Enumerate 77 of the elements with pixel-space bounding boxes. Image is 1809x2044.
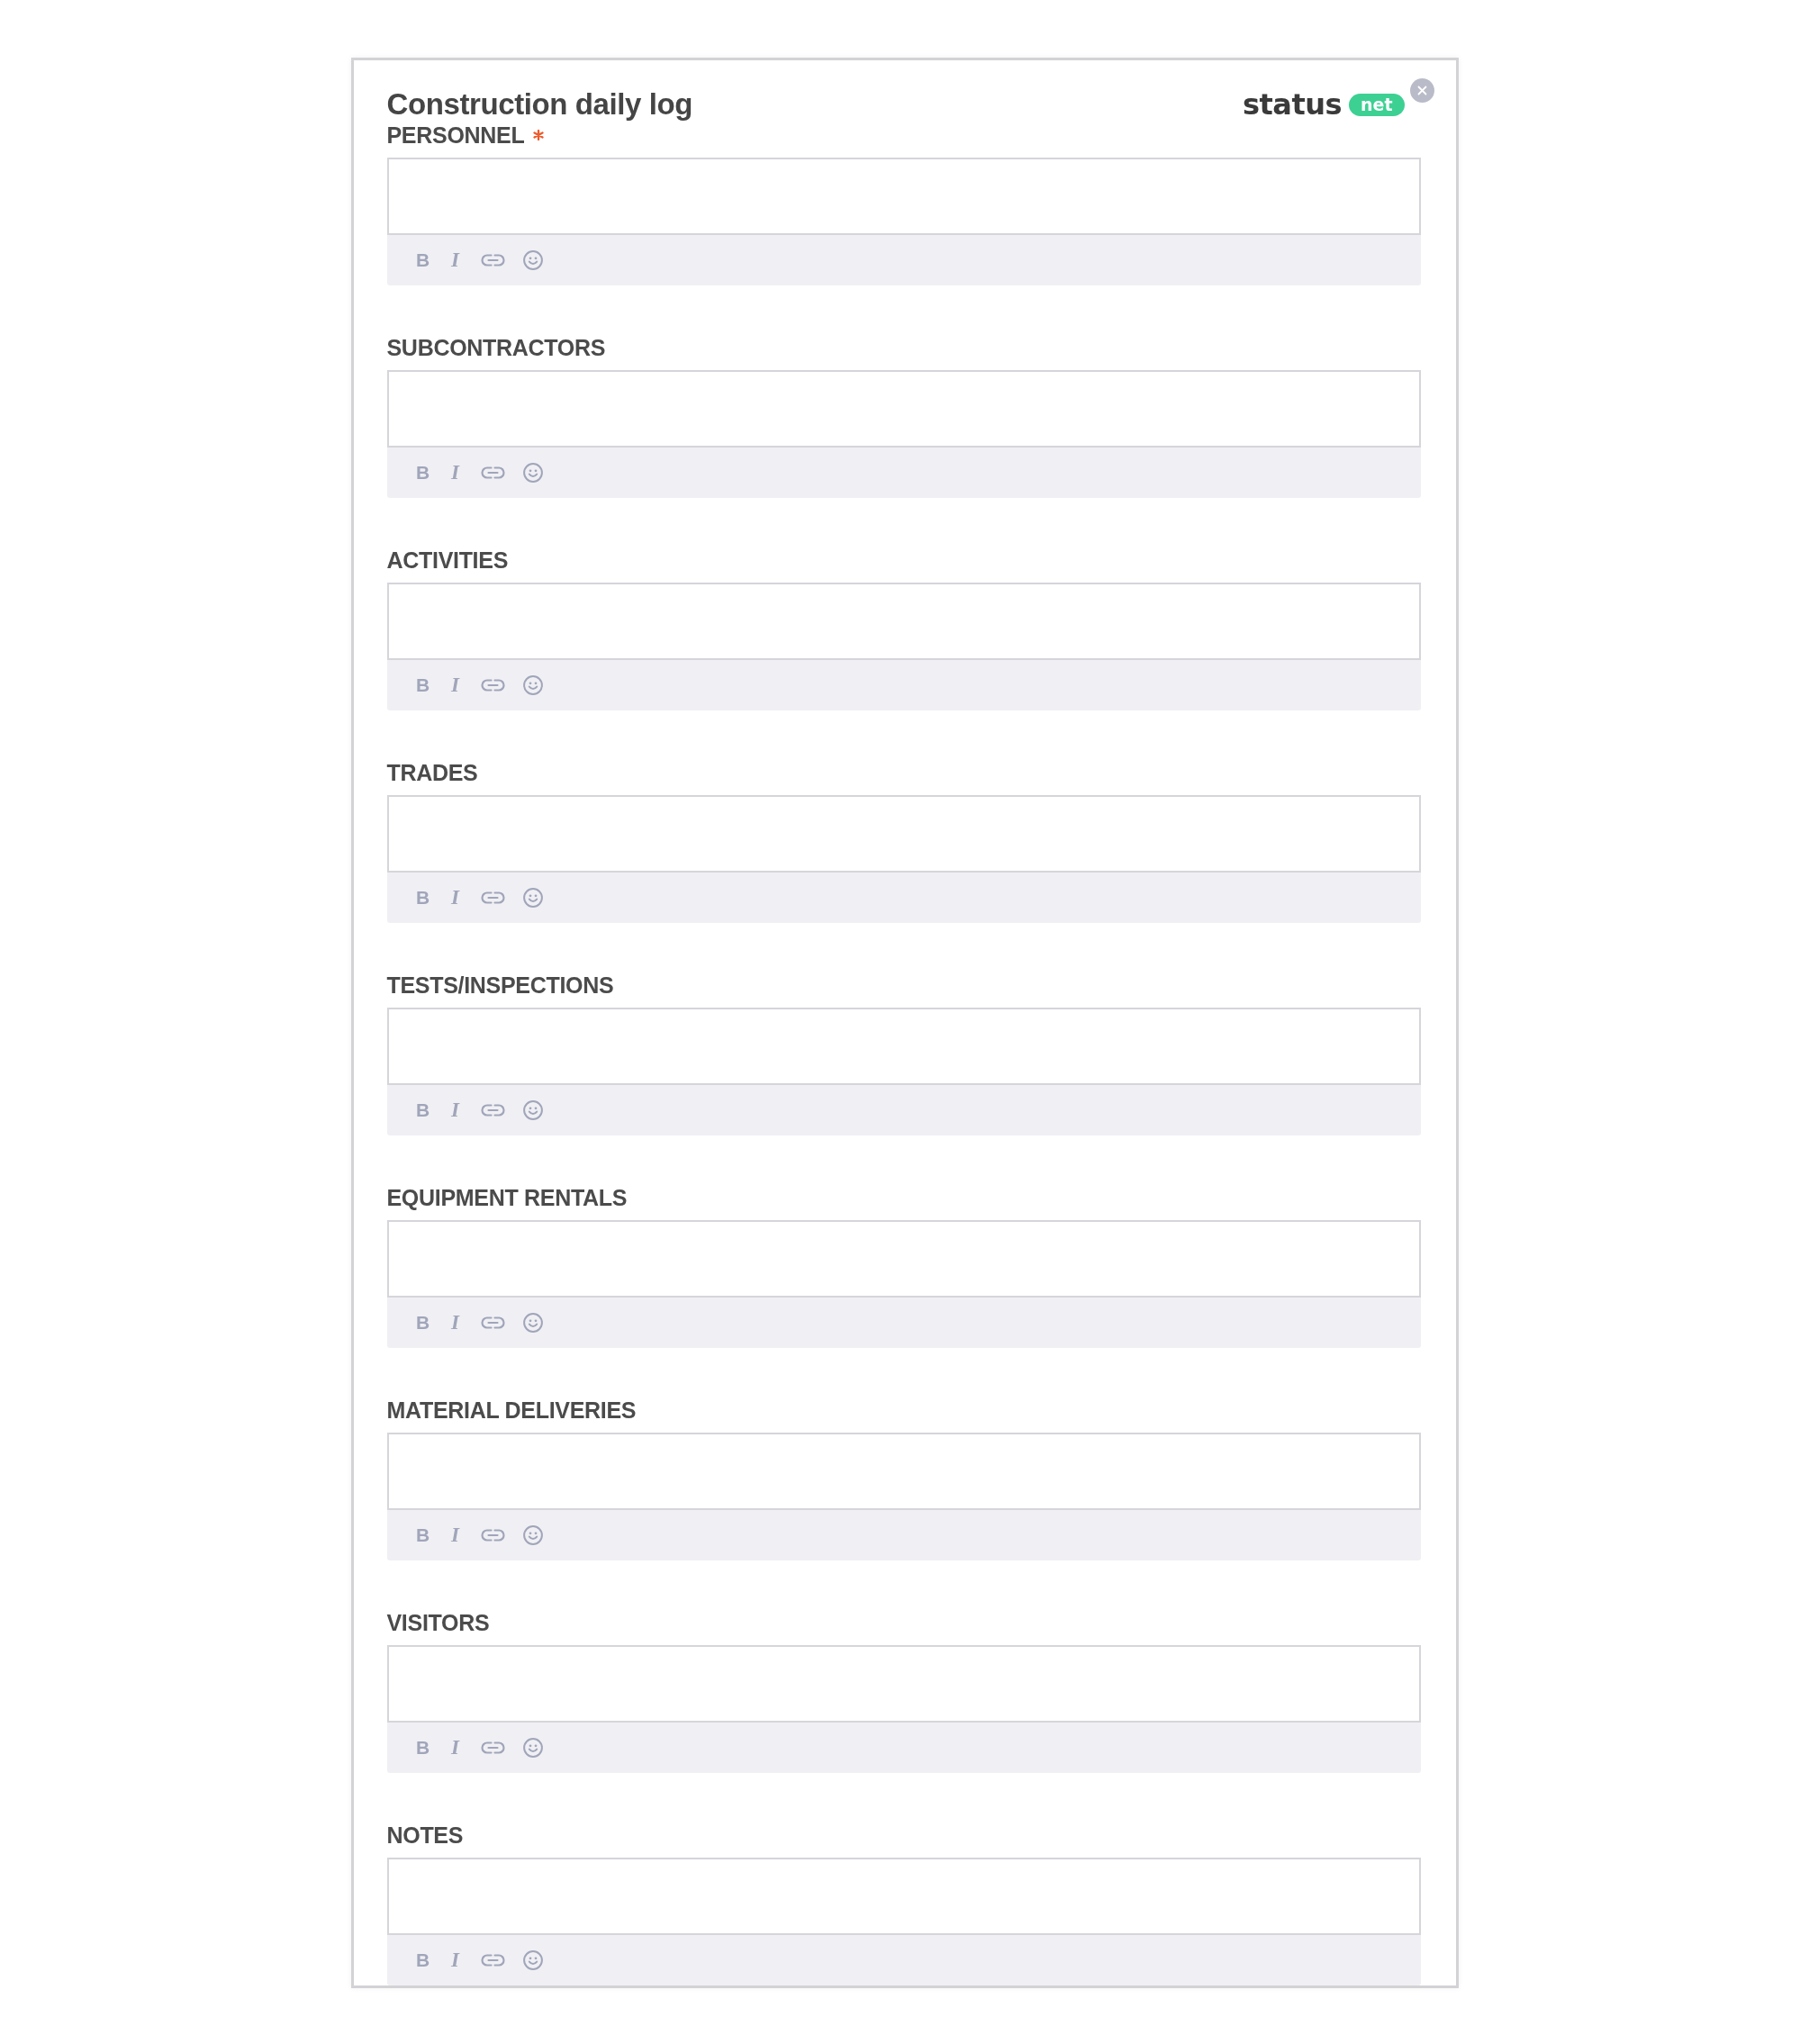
emoji-button[interactable] [522, 463, 543, 483]
form-title: Construction daily log [386, 87, 693, 122]
smiley-icon [522, 1525, 543, 1545]
field-label: PERSONNEL [386, 122, 525, 149]
emoji-button[interactable] [522, 1525, 543, 1545]
link-button[interactable] [480, 679, 505, 692]
italic-button[interactable]: I [448, 1736, 463, 1759]
bold-button[interactable]: B [415, 1949, 430, 1972]
field-label: ACTIVITIES [386, 547, 508, 574]
smiley-icon [522, 1950, 543, 1970]
emoji-button[interactable] [522, 675, 543, 695]
italic-button[interactable]: I [448, 1311, 463, 1334]
text-field[interactable] [386, 1433, 1421, 1510]
text-field[interactable] [386, 583, 1421, 660]
logo-badge: net [1349, 93, 1405, 116]
field-label: VISITORS [386, 1609, 490, 1636]
close-button[interactable] [1409, 78, 1434, 103]
emoji-button[interactable] [522, 888, 543, 908]
bold-button[interactable]: B [415, 886, 430, 909]
smiley-icon [522, 463, 543, 483]
link-button[interactable] [480, 1741, 505, 1754]
link-icon [480, 1741, 505, 1754]
text-field[interactable] [386, 795, 1421, 873]
link-button[interactable] [480, 466, 505, 479]
link-button[interactable] [480, 1104, 505, 1117]
field-label: MATERIAL DELIVERIES [386, 1397, 637, 1424]
link-icon [480, 1316, 505, 1329]
smiley-icon [522, 250, 543, 270]
bold-button[interactable]: B [415, 1311, 430, 1334]
bold-button[interactable]: B [415, 249, 430, 272]
text-field[interactable] [386, 1220, 1421, 1298]
text-field[interactable] [386, 1645, 1421, 1723]
emoji-button[interactable] [522, 1313, 543, 1333]
link-icon [480, 679, 505, 692]
link-icon [480, 1529, 505, 1542]
bold-button[interactable]: B [415, 461, 430, 484]
text-field[interactable] [386, 1008, 1421, 1085]
field-label: TESTS/INSPECTIONS [386, 972, 614, 999]
smiley-icon [522, 1100, 543, 1120]
link-button[interactable] [480, 254, 505, 267]
link-icon [480, 466, 505, 479]
bold-button[interactable]: B [415, 1524, 430, 1547]
italic-button[interactable]: I [448, 1949, 463, 1972]
smiley-icon [522, 1313, 543, 1333]
link-icon [480, 1954, 505, 1967]
link-button[interactable] [480, 1316, 505, 1329]
field-label: NOTES [386, 1822, 464, 1849]
emoji-button[interactable] [522, 1738, 543, 1758]
text-field[interactable] [386, 158, 1421, 235]
bold-button[interactable]: B [415, 674, 430, 697]
emoji-button[interactable] [522, 1100, 543, 1120]
text-field[interactable] [386, 370, 1421, 448]
italic-button[interactable]: I [448, 1524, 463, 1547]
text-field[interactable] [386, 1858, 1421, 1935]
logo-wordmark: status [1242, 87, 1342, 122]
link-icon [480, 254, 505, 267]
smiley-icon [522, 675, 543, 695]
italic-button[interactable]: I [448, 1099, 463, 1122]
italic-button[interactable]: I [448, 886, 463, 909]
link-button[interactable] [480, 1529, 505, 1542]
italic-button[interactable]: I [448, 674, 463, 697]
close-icon [1409, 78, 1434, 103]
smiley-icon [522, 888, 543, 908]
link-button[interactable] [480, 1954, 505, 1967]
field-label: TRADES [386, 759, 478, 786]
field-label: EQUIPMENT RENTALS [386, 1184, 628, 1211]
italic-button[interactable]: I [448, 461, 463, 484]
field-label: SUBCONTRACTORS [386, 334, 606, 361]
bold-button[interactable]: B [415, 1736, 430, 1759]
italic-button[interactable]: I [448, 249, 463, 272]
smiley-icon [522, 1738, 543, 1758]
emoji-button[interactable] [522, 250, 543, 270]
link-button[interactable] [480, 891, 505, 904]
emoji-button[interactable] [522, 1950, 543, 1970]
bold-button[interactable]: B [415, 1099, 430, 1122]
link-icon [480, 1104, 505, 1117]
link-icon [480, 891, 505, 904]
